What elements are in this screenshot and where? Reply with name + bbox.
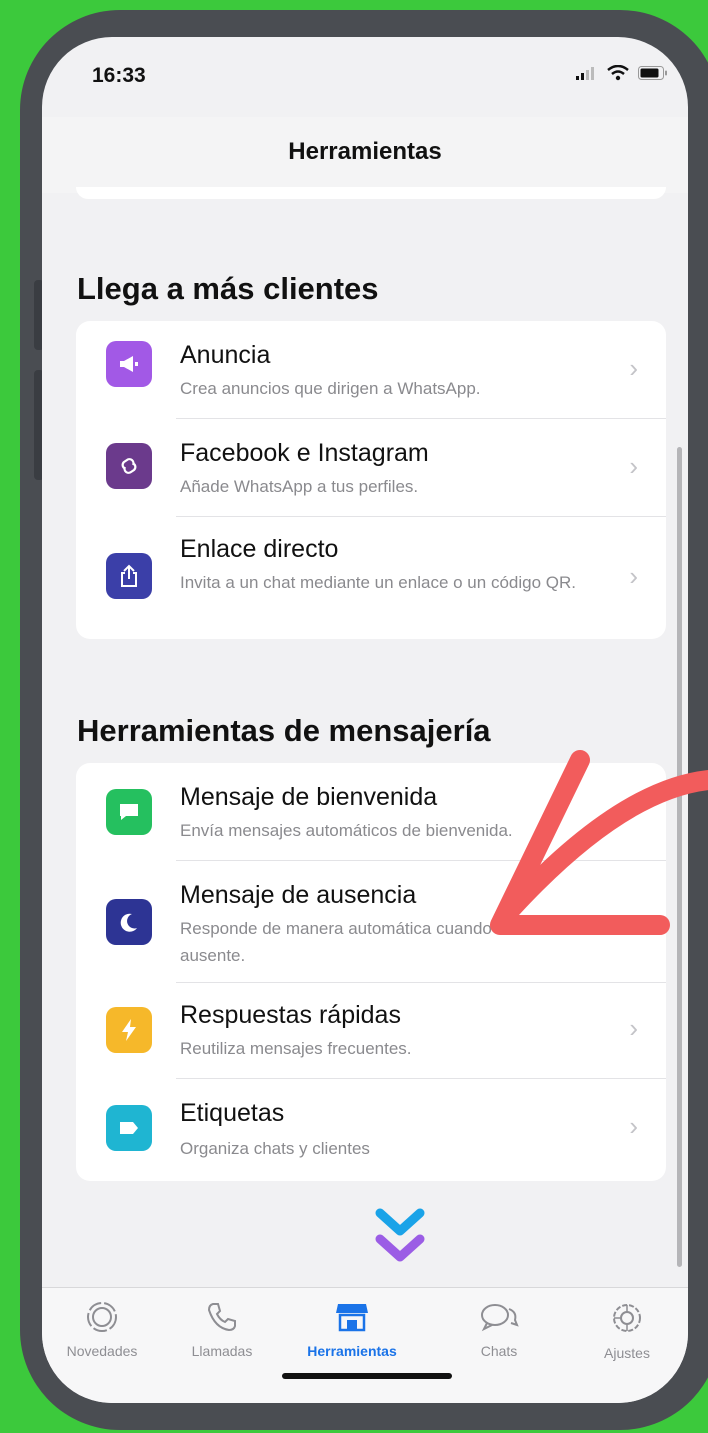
tab-label: Novedades xyxy=(66,1343,138,1359)
list-item-etiquetas[interactable]: Etiquetas Organiza chats y clientes › xyxy=(76,1079,666,1181)
list-item-enlace-directo[interactable]: Enlace directo Invita a un chat mediante… xyxy=(76,517,666,639)
row-title: Respuestas rápidas xyxy=(180,1001,401,1029)
chevron-right-icon: › xyxy=(629,353,638,383)
battery-icon xyxy=(638,66,668,85)
tab-ajustes[interactable]: Ajustes xyxy=(572,1300,682,1361)
list-item-respuestas-rapidas[interactable]: Respuestas rápidas Reutiliza mensajes fr… xyxy=(76,983,666,1079)
chevron-right-icon: › xyxy=(629,451,638,481)
nav-header: Herramientas xyxy=(42,117,688,193)
tab-bar: Novedades Llamadas Herramientas Chats Aj… xyxy=(42,1287,688,1403)
tab-label: Llamadas xyxy=(191,1343,253,1359)
store-icon xyxy=(334,1304,370,1338)
chevron-right-icon: › xyxy=(629,561,638,591)
row-subtitle: Crea anuncios que dirigen a WhatsApp. xyxy=(180,379,481,398)
row-subtitle: Invita a un chat mediante un enlace o un… xyxy=(180,573,576,592)
chats-icon xyxy=(479,1304,519,1338)
share-icon xyxy=(106,553,152,599)
row-title: Facebook e Instagram xyxy=(180,439,429,467)
scroll-down-chevrons-icon xyxy=(374,1207,426,1282)
pointer-arrow-icon xyxy=(470,740,708,975)
chat-bubble-icon xyxy=(106,789,152,835)
section-title: Llega a más clientes xyxy=(77,271,379,306)
row-title: Anuncia xyxy=(180,341,271,369)
list-item-anuncia[interactable]: Anuncia Crea anuncios que dirigen a What… xyxy=(76,321,666,419)
previous-card-edge xyxy=(76,187,666,199)
status-icons xyxy=(576,64,668,86)
page-title: Herramientas xyxy=(288,138,442,165)
megaphone-icon xyxy=(106,341,152,387)
home-indicator[interactable] xyxy=(282,1373,452,1379)
tab-herramientas[interactable]: Herramientas xyxy=(292,1300,412,1359)
updates-icon xyxy=(84,1302,120,1338)
section-card-reach: Anuncia Crea anuncios que dirigen a What… xyxy=(76,321,666,639)
link-icon xyxy=(106,443,152,489)
label-tag-icon xyxy=(106,1105,152,1151)
tab-novedades[interactable]: Novedades xyxy=(47,1300,157,1359)
section-title: Herramientas de mensajería xyxy=(77,713,491,748)
row-subtitle: Reutiliza mensajes frecuentes. xyxy=(180,1039,412,1058)
chevron-right-icon: › xyxy=(629,1111,638,1141)
phone-screen: 16:33 Herramientas Llega a más clientes … xyxy=(42,37,688,1403)
tab-label: Chats xyxy=(480,1343,518,1359)
status-bar: 16:33 xyxy=(42,37,688,117)
settings-icon xyxy=(609,1304,645,1340)
moon-icon xyxy=(106,899,152,945)
status-time: 16:33 xyxy=(92,64,146,87)
wifi-icon xyxy=(607,64,629,86)
tab-llamadas[interactable]: Llamadas xyxy=(167,1300,277,1359)
row-title: Etiquetas xyxy=(180,1099,285,1127)
row-title: Enlace directo xyxy=(180,535,339,563)
phone-icon xyxy=(205,1303,239,1338)
tab-label: Ajustes xyxy=(604,1345,650,1361)
row-subtitle: Organiza chats y clientes xyxy=(180,1139,370,1158)
signal-icon xyxy=(576,66,598,85)
row-title: Mensaje de ausencia xyxy=(180,881,417,909)
tab-chats[interactable]: Chats xyxy=(444,1300,554,1359)
row-subtitle: Añade WhatsApp a tus perfiles. xyxy=(180,477,419,496)
list-item-facebook-instagram[interactable]: Facebook e Instagram Añade WhatsApp a tu… xyxy=(76,419,666,517)
chevron-right-icon: › xyxy=(629,1013,638,1043)
lightning-icon xyxy=(106,1007,152,1053)
row-title: Mensaje de bienvenida xyxy=(180,783,438,811)
tab-label: Herramientas xyxy=(307,1343,397,1359)
